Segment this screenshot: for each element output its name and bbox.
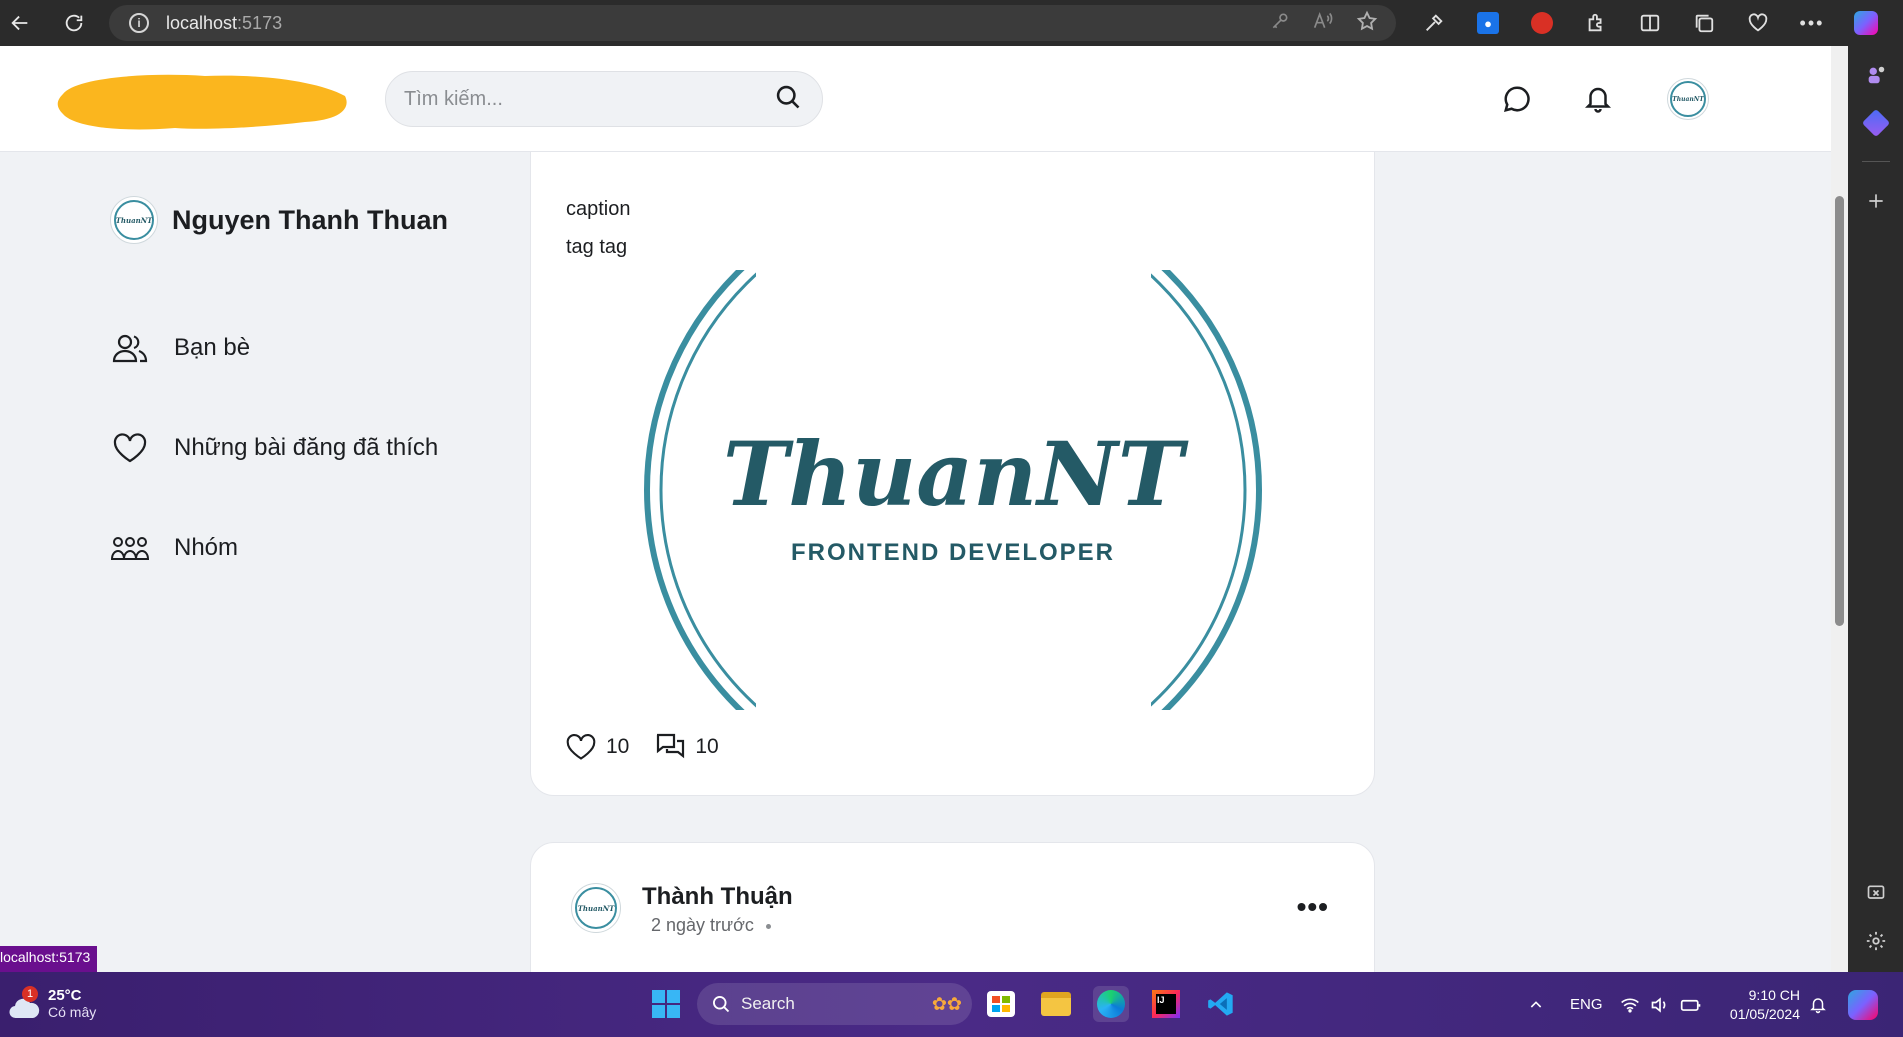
collections-icon[interactable]: [1690, 9, 1718, 37]
comment-button[interactable]: 10: [655, 733, 719, 761]
page-viewport: ThuanNT Nguyen Thanh Thuan Bạn bè Những …: [0, 46, 1848, 972]
site-info-icon[interactable]: i: [129, 13, 149, 33]
url-text: localhost:5173: [166, 12, 283, 33]
taskbar-search[interactable]: Search ✿✿: [697, 983, 972, 1025]
link-status-tooltip: localhost:5173: [0, 946, 97, 973]
edge-sidebar: [1848, 46, 1903, 972]
weather-description: Có mây: [48, 1004, 97, 1020]
messages-icon[interactable]: [1500, 82, 1534, 116]
vscode-icon[interactable]: [1203, 986, 1239, 1022]
browser-extensions: ● •••: [1420, 0, 1880, 46]
copilot-icon[interactable]: [1852, 9, 1880, 37]
group-icon: [110, 528, 150, 568]
favorite-star-icon[interactable]: [1356, 10, 1378, 37]
notifications-bell-icon[interactable]: [1581, 82, 1615, 116]
sidebar-item-liked-posts[interactable]: Những bài đăng đã thích: [110, 398, 500, 498]
edge-divider: [1862, 161, 1890, 162]
like-button[interactable]: 10: [566, 733, 629, 761]
back-icon[interactable]: [0, 3, 40, 43]
avatar[interactable]: ThuanNT: [571, 883, 621, 933]
like-count: 10: [606, 735, 630, 758]
key-icon[interactable]: [1270, 11, 1290, 36]
water-drop-extension-icon[interactable]: ●: [1474, 9, 1502, 37]
intellij-icon[interactable]: IJ: [1148, 986, 1184, 1022]
stop-hand-extension-icon[interactable]: [1528, 9, 1556, 37]
heart-icon: [110, 428, 150, 468]
office-icon[interactable]: [1861, 108, 1891, 138]
store-icon[interactable]: [983, 986, 1019, 1022]
clock-time: 9:10 CH: [1748, 987, 1800, 1003]
heart-icon: [566, 734, 596, 760]
taskbar-search-label: Search: [741, 994, 795, 1013]
screenshot-icon[interactable]: [1861, 878, 1891, 908]
friends-icon: [110, 328, 150, 368]
address-bar-actions: [1270, 5, 1378, 41]
post-image[interactable]: ThuanNT FRONTEND DEVELOPER: [641, 270, 1266, 710]
temperature: 25°C: [48, 987, 82, 1004]
weather-widget[interactable]: 1 25°C Có mây: [8, 985, 97, 1020]
file-explorer-icon[interactable]: [1038, 986, 1074, 1022]
app-header: ThuanNT: [0, 46, 1831, 152]
show-hidden-icons[interactable]: [1528, 972, 1544, 1037]
post-card: caption tag tag ThuanNT FRONTEND DEVELOP…: [530, 46, 1375, 796]
left-sidebar: ThuanNT Nguyen Thanh Thuan Bạn bè Những …: [110, 196, 500, 598]
weather-badge: 1: [22, 985, 38, 1002]
read-aloud-icon[interactable]: [1312, 11, 1334, 36]
search-icon: [713, 996, 730, 1013]
sidebar-item-label: Nhóm: [174, 534, 239, 561]
split-screen-icon[interactable]: [1636, 9, 1664, 37]
post-author[interactable]: Thành Thuận: [642, 883, 793, 911]
page-scrollbar[interactable]: [1831, 46, 1848, 972]
comment-count: 10: [695, 735, 719, 758]
more-options-icon[interactable]: •••: [1297, 891, 1329, 923]
search-icon[interactable]: [774, 83, 802, 116]
post-card: ThuanNT Thành Thuận 2 ngày trước •••: [530, 842, 1375, 972]
thuannt-logo: ThuanNT FRONTEND DEVELOPER: [644, 270, 1262, 710]
search-input[interactable]: [404, 87, 774, 111]
profile-name: Nguyen Thanh Thuan: [172, 204, 448, 235]
sidebar-item-groups[interactable]: Nhóm: [110, 498, 500, 598]
games-icon[interactable]: [1861, 60, 1891, 90]
post-actions: 10 10: [566, 733, 735, 761]
volume-icon: [1651, 996, 1666, 1013]
taskbar-clock[interactable]: 9:10 CH 01/05/2024: [1720, 986, 1800, 1024]
more-options-icon[interactable]: •••: [1798, 9, 1826, 37]
wifi-icon: [1621, 998, 1639, 1012]
sidebar-item-label: Bạn bè: [174, 334, 251, 361]
add-icon[interactable]: [1861, 186, 1891, 216]
address-bar[interactable]: i localhost:5173: [109, 5, 1396, 41]
post-caption: caption: [566, 198, 631, 220]
dot-icon: [765, 923, 771, 929]
sidebar-item-friends[interactable]: Bạn bè: [110, 298, 500, 398]
search-bar[interactable]: [385, 71, 823, 127]
logo-subtitle: FRONTEND DEVELOPER: [791, 539, 1115, 566]
system-tray-icons[interactable]: [1620, 972, 1702, 1037]
flower-icon: ✿✿: [931, 993, 962, 1014]
logo-title: ThuanNT: [723, 422, 1189, 526]
post-time: 2 ngày trước: [651, 915, 771, 936]
user-avatar-button[interactable]: ThuanNT: [1667, 78, 1709, 120]
browser-essentials-icon[interactable]: [1744, 9, 1772, 37]
scrollbar-thumb[interactable]: [1835, 196, 1844, 626]
windows-taskbar: 1 25°C Có mây Search ✿✿ IJ ENG 9:10 CH 0…: [0, 972, 1903, 1037]
language-indicator[interactable]: ENG: [1570, 972, 1603, 1037]
avatar: ThuanNT: [110, 196, 158, 244]
windows-start-icon[interactable]: [648, 986, 684, 1022]
notification-bell-icon[interactable]: [1809, 972, 1827, 1037]
logo-icon[interactable]: [55, 70, 351, 134]
settings-gear-icon[interactable]: [1861, 926, 1891, 956]
sidebar-item-label: Những bài đăng đã thích: [174, 434, 439, 461]
clock-date: 01/05/2024: [1729, 1006, 1800, 1022]
cloud-icon: 1: [8, 985, 40, 1018]
eyedropper-icon[interactable]: [1420, 9, 1448, 37]
reload-icon[interactable]: [54, 3, 94, 43]
edge-browser-icon[interactable]: [1093, 986, 1129, 1022]
profile-link[interactable]: ThuanNT Nguyen Thanh Thuan: [110, 196, 500, 244]
extensions-puzzle-icon[interactable]: [1582, 9, 1610, 37]
browser-toolbar: i localhost:5173 ● •••: [0, 0, 1903, 46]
post-tags: tag tag: [566, 236, 628, 258]
battery-icon: [1680, 999, 1701, 1011]
copilot-taskbar-icon[interactable]: [1848, 972, 1878, 1037]
comments-icon: [657, 733, 685, 759]
